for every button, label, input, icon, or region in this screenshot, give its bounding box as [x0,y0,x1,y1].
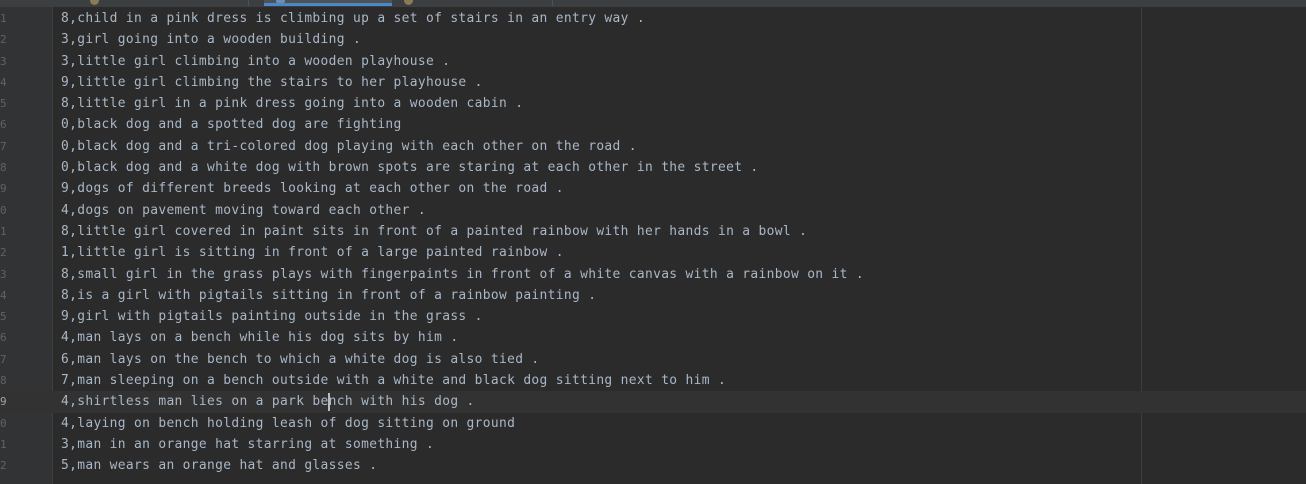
line-number: 1 [0,437,7,451]
editor-line[interactable]: 3 8,small girl in the grass plays with f… [0,264,1306,285]
line-number: 3 [0,267,7,281]
line-text[interactable]: 3,man in an orange hat starring at somet… [61,434,434,455]
line-text[interactable]: 4,dogs on pavement moving toward each ot… [61,200,426,221]
line-text[interactable]: 8,small girl in the grass plays with fin… [61,264,864,285]
code-editor[interactable]: 1 8,child in a pink dress is climbing up… [0,0,1306,484]
editor-line[interactable]: 7 6,man lays on the bench to which a whi… [0,349,1306,370]
editor-line[interactable]: 8 0,black dog and a white dog with brown… [0,157,1306,178]
line-text[interactable]: 1,little girl is sitting in front of a l… [61,242,564,263]
text-caret [328,393,330,412]
line-number: 4 [0,288,7,302]
line-text[interactable]: 8,is a girl with pigtails sitting in fro… [61,285,596,306]
editor-line[interactable]: 4 9,little girl climbing the stairs to h… [0,72,1306,93]
editor-line[interactable]: 2 1,little girl is sitting in front of a… [0,242,1306,263]
editor-line[interactable]: 2 5,man wears an orange hat and glasses … [0,455,1306,476]
editor-tab[interactable] [392,0,553,6]
editor-text-area[interactable]: 1 8,child in a pink dress is climbing up… [0,8,1306,477]
editor-line[interactable]: 8 7,man sleeping on a bench outside with… [0,370,1306,391]
line-number: 4 [0,75,7,89]
line-number: 5 [0,310,7,324]
line-text[interactable]: 4,man lays on a bench while his dog sits… [61,327,458,348]
line-text[interactable]: 9,little girl climbing the stairs to her… [61,72,483,93]
line-number: 3 [0,54,7,68]
editor-tab-bar [0,0,1306,7]
line-number: 7 [0,139,7,153]
line-number: 1 [0,12,7,25]
line-text[interactable]: 9,girl with pigtails painting outside in… [61,306,483,327]
line-text[interactable]: 8,child in a pink dress is climbing up a… [61,8,645,29]
line-text[interactable]: 9,dogs of different breeds looking at ea… [61,178,564,199]
line-text[interactable]: 7,man sleeping on a bench outside with a… [61,370,726,391]
line-number: 9 [0,395,7,409]
editor-line[interactable]: 6 0,black dog and a spotted dog are figh… [0,114,1306,135]
editor-tab-active[interactable] [264,0,393,6]
editor-line[interactable]: 7 0,black dog and a tri-colored dog play… [0,136,1306,157]
line-text[interactable]: 4,shirtless man lies on a park bench wit… [61,391,475,412]
line-text[interactable]: 0,black dog and a spotted dog are fighti… [61,114,402,135]
editor-tab[interactable] [78,0,249,6]
editor-line[interactable]: 0 4,dogs on pavement moving toward each … [0,200,1306,221]
editor-line[interactable]: 4 8,is a girl with pigtails sitting in f… [0,285,1306,306]
editor-line[interactable]: 3 3,little girl climbing into a wooden p… [0,51,1306,72]
editor-line[interactable]: 9 9,dogs of different breeds looking at … [0,178,1306,199]
line-text[interactable]: 8,little girl in a pink dress going into… [61,93,523,114]
line-number: 2 [0,246,7,260]
editor-line-current[interactable]: 9 4,shirtless man lies on a park bench w… [0,391,1306,413]
active-tab-indicator [264,3,392,6]
line-text[interactable]: 3,little girl climbing into a wooden pla… [61,51,450,72]
editor-line[interactable]: 1 3,man in an orange hat starring at som… [0,434,1306,455]
editor-line[interactable]: 0 4,laying on bench holding leash of dog… [0,413,1306,434]
line-text[interactable]: 8,little girl covered in paint sits in f… [61,221,807,242]
line-number: 0 [0,203,7,217]
editor-line[interactable]: 5 8,little girl in a pink dress going in… [0,93,1306,114]
line-number: 8 [0,161,7,175]
line-number: 0 [0,416,7,430]
line-number: 6 [0,118,7,132]
editor-line[interactable]: 6 4,man lays on a bench while his dog si… [0,327,1306,348]
editor-line[interactable]: 1 8,little girl covered in paint sits in… [0,221,1306,242]
line-number: 2 [0,459,7,473]
line-number: 1 [0,224,7,238]
line-number: 7 [0,352,7,366]
line-number: 6 [0,331,7,345]
line-text[interactable]: 3,girl going into a wooden building . [61,29,361,50]
file-icon [404,0,413,5]
line-text[interactable]: 0,black dog and a tri-colored dog playin… [61,136,637,157]
line-number: 5 [0,97,7,111]
line-text[interactable]: 6,man lays on the bench to which a white… [61,349,540,370]
line-number: 9 [0,182,7,196]
file-icon [90,0,99,5]
line-text[interactable]: 5,man wears an orange hat and glasses . [61,455,377,476]
editor-line[interactable]: 2 3,girl going into a wooden building . [0,29,1306,50]
line-number: 8 [0,374,7,388]
editor-line[interactable]: 5 9,girl with pigtails painting outside … [0,306,1306,327]
editor-line[interactable]: 1 8,child in a pink dress is climbing up… [0,8,1306,29]
line-number: 2 [0,33,7,47]
line-text[interactable]: 0,black dog and a white dog with brown s… [61,157,759,178]
line-text[interactable]: 4,laying on bench holding leash of dog s… [61,413,515,434]
